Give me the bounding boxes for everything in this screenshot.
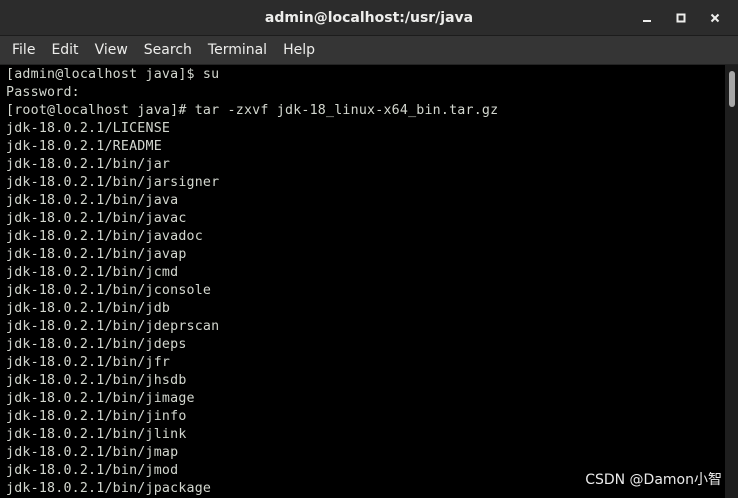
menu-file[interactable]: File (4, 36, 43, 65)
title-bar[interactable]: admin@localhost:/usr/java (0, 0, 738, 36)
maximize-button[interactable] (664, 0, 698, 36)
terminal-line: jdk-18.0.2.1/bin/jdeprscan (6, 319, 220, 334)
terminal-line: jdk-18.0.2.1/bin/jdeps (6, 337, 187, 352)
terminal-line: Password: (6, 85, 80, 100)
terminal-line: [root@localhost java]# tar -zxvf jdk-18_… (6, 103, 499, 118)
minimize-icon (643, 20, 651, 22)
terminal-line: jdk-18.0.2.1/bin/jimage (6, 391, 195, 406)
terminal-line: [admin@localhost java]$ su (6, 67, 220, 82)
menu-edit[interactable]: Edit (43, 36, 86, 65)
terminal-line: jdk-18.0.2.1/bin/jarsigner (6, 175, 220, 190)
terminal-output[interactable]: [admin@localhost java]$ su Password: [ro… (0, 65, 725, 498)
terminal-window: admin@localhost:/usr/java File Edit View… (0, 0, 738, 498)
window-controls (630, 0, 732, 36)
terminal-line: jdk-18.0.2.1/bin/jdb (6, 301, 171, 316)
terminal-line: jdk-18.0.2.1/bin/jfr (6, 355, 171, 370)
menu-bar: File Edit View Search Terminal Help (0, 36, 738, 65)
menu-terminal[interactable]: Terminal (200, 36, 275, 65)
terminal-line: jdk-18.0.2.1/bin/javac (6, 211, 187, 226)
maximize-icon (676, 13, 686, 23)
close-icon (710, 13, 720, 23)
terminal-line: jdk-18.0.2.1/bin/jcmd (6, 265, 179, 280)
terminal-line: jdk-18.0.2.1/bin/javap (6, 247, 187, 262)
minimize-button[interactable] (630, 0, 664, 36)
menu-help[interactable]: Help (275, 36, 323, 65)
terminal-line: jdk-18.0.2.1/bin/jconsole (6, 283, 212, 298)
terminal-line: jdk-18.0.2.1/bin/java (6, 193, 179, 208)
terminal-line: jdk-18.0.2.1/bin/jinfo (6, 409, 187, 424)
terminal-line: jdk-18.0.2.1/bin/jmap (6, 445, 179, 460)
terminal-line: jdk-18.0.2.1/bin/jar (6, 157, 171, 172)
menu-search[interactable]: Search (136, 36, 200, 65)
terminal-line: jdk-18.0.2.1/bin/jlink (6, 427, 187, 442)
watermark-text: CSDN @Damon小智 (585, 472, 722, 488)
terminal-line: jdk-18.0.2.1/bin/jhsdb (6, 373, 187, 388)
terminal-line: jdk-18.0.2.1/bin/javadoc (6, 229, 203, 244)
close-button[interactable] (698, 0, 732, 36)
window-title: admin@localhost:/usr/java (264, 10, 474, 26)
scrollbar-thumb[interactable] (729, 71, 735, 107)
vertical-scrollbar[interactable] (725, 65, 738, 498)
terminal-line: jdk-18.0.2.1/LICENSE (6, 121, 171, 136)
terminal-line: jdk-18.0.2.1/README (6, 139, 162, 154)
menu-view[interactable]: View (87, 36, 136, 65)
